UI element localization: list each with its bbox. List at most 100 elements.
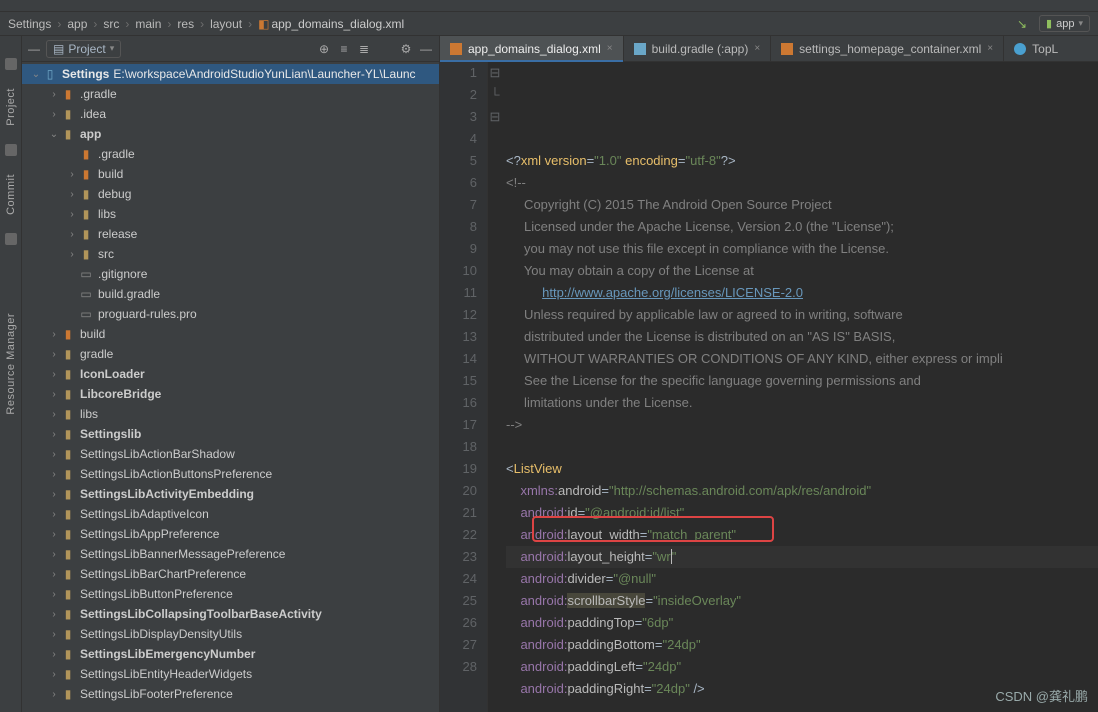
code-line[interactable]: android:paddingTop="6dp": [506, 612, 1098, 634]
tree-row[interactable]: ›▮SettingsLibButtonPreference: [22, 584, 439, 604]
chevron-right-icon[interactable]: ›: [48, 689, 60, 700]
chevron-right-icon[interactable]: ›: [48, 609, 60, 620]
code-line[interactable]: android:paddingBottom="24dp": [506, 634, 1098, 656]
project-tool-icon[interactable]: [5, 58, 17, 70]
code-line[interactable]: android:paddingLeft="24dp": [506, 656, 1098, 678]
tree-row[interactable]: ▮.gradle: [22, 144, 439, 164]
chevron-right-icon[interactable]: ›: [48, 589, 60, 600]
code-content[interactable]: CSDN @龚礼鹏 <?xml version="1.0" encoding="…: [502, 62, 1098, 712]
chevron-right-icon[interactable]: ›: [48, 109, 60, 120]
fold-marker[interactable]: ⊟: [488, 106, 502, 128]
chevron-right-icon[interactable]: ›: [48, 489, 60, 500]
tree-row[interactable]: ▭.gitignore: [22, 264, 439, 284]
chevron-right-icon[interactable]: ›: [66, 169, 78, 180]
chevron-right-icon[interactable]: ›: [48, 649, 60, 660]
run-config-selector[interactable]: ▮ app ▾: [1039, 15, 1090, 32]
tree-row[interactable]: ▭build.gradle: [22, 284, 439, 304]
tree-row[interactable]: ›▮SettingsLibBarChartPreference: [22, 564, 439, 584]
code-line[interactable]: <!--: [506, 172, 1098, 194]
chevron-right-icon[interactable]: ›: [48, 429, 60, 440]
code-line[interactable]: android:divider="@null": [506, 568, 1098, 590]
chevron-right-icon[interactable]: ›: [48, 349, 60, 360]
crumb[interactable]: app: [67, 17, 87, 31]
expand-all-icon[interactable]: ≡: [337, 42, 351, 56]
code-line[interactable]: distributed under the License is distrib…: [506, 326, 1098, 348]
tab-settings-homepage-container[interactable]: settings_homepage_container.xml ×: [771, 36, 1004, 61]
crumb[interactable]: main: [135, 17, 161, 31]
code-line[interactable]: you may not use this file except in comp…: [506, 238, 1098, 260]
chevron-right-icon[interactable]: ›: [48, 549, 60, 560]
tree-row[interactable]: ›▮SettingsLibAdaptiveIcon: [22, 504, 439, 524]
code-line[interactable]: <?xml version="1.0" encoding="utf-8"?>: [506, 150, 1098, 172]
code-editor[interactable]: 1234567891011121314151617181920212223242…: [440, 62, 1098, 712]
tree-row[interactable]: ⌄▮app: [22, 124, 439, 144]
tree-row[interactable]: ›▮SettingsLibActionButtonsPreference: [22, 464, 439, 484]
commit-tool-icon[interactable]: [5, 144, 17, 156]
rail-label-project[interactable]: Project: [5, 88, 17, 126]
code-line[interactable]: limitations under the License.: [506, 392, 1098, 414]
code-line[interactable]: -->: [506, 414, 1098, 436]
crumb-current-file[interactable]: app_domains_dialog.xml: [271, 17, 404, 31]
code-line[interactable]: [506, 436, 1098, 458]
tree-row[interactable]: ›▮SettingsLibActivityEmbedding: [22, 484, 439, 504]
resource-manager-tool-icon[interactable]: [5, 233, 17, 245]
tree-row[interactable]: ›▮SettingsLibBannerMessagePreference: [22, 544, 439, 564]
locate-file-icon[interactable]: ⊕: [317, 42, 331, 56]
tree-row[interactable]: ›▮SettingsLibEntityHeaderWidgets: [22, 664, 439, 684]
code-line[interactable]: xmlns:android="http://schemas.android.co…: [506, 480, 1098, 502]
chevron-right-icon[interactable]: ›: [48, 469, 60, 480]
tree-row[interactable]: ›▮SettingsLibAppPreference: [22, 524, 439, 544]
code-line[interactable]: WITHOUT WARRANTIES OR CONDITIONS OF ANY …: [506, 348, 1098, 370]
rail-label-commit[interactable]: Commit: [5, 174, 17, 215]
chevron-down-icon[interactable]: ⌄: [30, 69, 42, 80]
chevron-right-icon[interactable]: ›: [66, 229, 78, 240]
crumb[interactable]: src: [103, 17, 119, 31]
tree-row[interactable]: ›▮.gradle: [22, 84, 439, 104]
code-line[interactable]: android:layout_height="wr": [506, 546, 1098, 568]
tree-row[interactable]: ⌄▯Settings E:\workspace\AndroidStudioYun…: [22, 64, 439, 84]
chevron-right-icon[interactable]: ›: [48, 449, 60, 460]
tree-row[interactable]: ›▮build: [22, 324, 439, 344]
close-icon[interactable]: ×: [987, 43, 993, 54]
chevron-right-icon[interactable]: ›: [66, 209, 78, 220]
gear-icon[interactable]: ⚙: [399, 42, 413, 56]
chevron-right-icon[interactable]: ›: [48, 389, 60, 400]
crumb[interactable]: res: [177, 17, 194, 31]
chevron-right-icon[interactable]: ›: [48, 669, 60, 680]
hide-panel-icon[interactable]: —: [419, 42, 433, 56]
tab-app-domains-dialog[interactable]: app_domains_dialog.xml ×: [440, 36, 624, 61]
chevron-right-icon[interactable]: ›: [48, 569, 60, 580]
fold-gutter[interactable]: ⊟ └ ⊟: [488, 62, 502, 712]
tree-row[interactable]: ›▮gradle: [22, 344, 439, 364]
tab-build-gradle[interactable]: build.gradle (:app) ×: [624, 36, 772, 61]
tree-row[interactable]: ›▮SettingsLibActionBarShadow: [22, 444, 439, 464]
tree-row[interactable]: ›▮SettingsLibDisplayDensityUtils: [22, 624, 439, 644]
fold-marker[interactable]: └: [488, 84, 502, 106]
minimize-icon[interactable]: —: [28, 42, 40, 56]
code-line[interactable]: Unless required by applicable law or agr…: [506, 304, 1098, 326]
tree-row[interactable]: ▭proguard-rules.pro: [22, 304, 439, 324]
code-line[interactable]: Copyright (C) 2015 The Android Open Sour…: [506, 194, 1098, 216]
tree-row[interactable]: ›▮build: [22, 164, 439, 184]
tree-row[interactable]: ›▮IconLoader: [22, 364, 439, 384]
collapse-all-icon[interactable]: ≣: [357, 42, 371, 56]
tab-topl[interactable]: TopL: [1004, 36, 1068, 61]
chevron-right-icon[interactable]: ›: [66, 249, 78, 260]
chevron-right-icon[interactable]: ›: [48, 409, 60, 420]
chevron-right-icon[interactable]: ›: [48, 509, 60, 520]
fold-marker[interactable]: ⊟: [488, 62, 502, 84]
chevron-right-icon[interactable]: ›: [66, 189, 78, 200]
tree-row[interactable]: ›▮debug: [22, 184, 439, 204]
tree-row[interactable]: ›▮LibcoreBridge: [22, 384, 439, 404]
build-icon[interactable]: ↘: [1017, 17, 1027, 31]
chevron-right-icon[interactable]: ›: [48, 369, 60, 380]
tree-row[interactable]: ›▮.idea: [22, 104, 439, 124]
tree-row[interactable]: ›▮libs: [22, 204, 439, 224]
rail-label-resource-manager[interactable]: Resource Manager: [5, 313, 17, 415]
project-view-selector[interactable]: ▤ Project ▾: [46, 40, 121, 58]
code-line[interactable]: http://www.apache.org/licenses/LICENSE-2…: [506, 282, 1098, 304]
chevron-right-icon[interactable]: ›: [48, 629, 60, 640]
code-line[interactable]: android:id="@android:id/list": [506, 502, 1098, 524]
tree-row[interactable]: ›▮SettingsLibFooterPreference: [22, 684, 439, 704]
code-line[interactable]: <ListView: [506, 458, 1098, 480]
